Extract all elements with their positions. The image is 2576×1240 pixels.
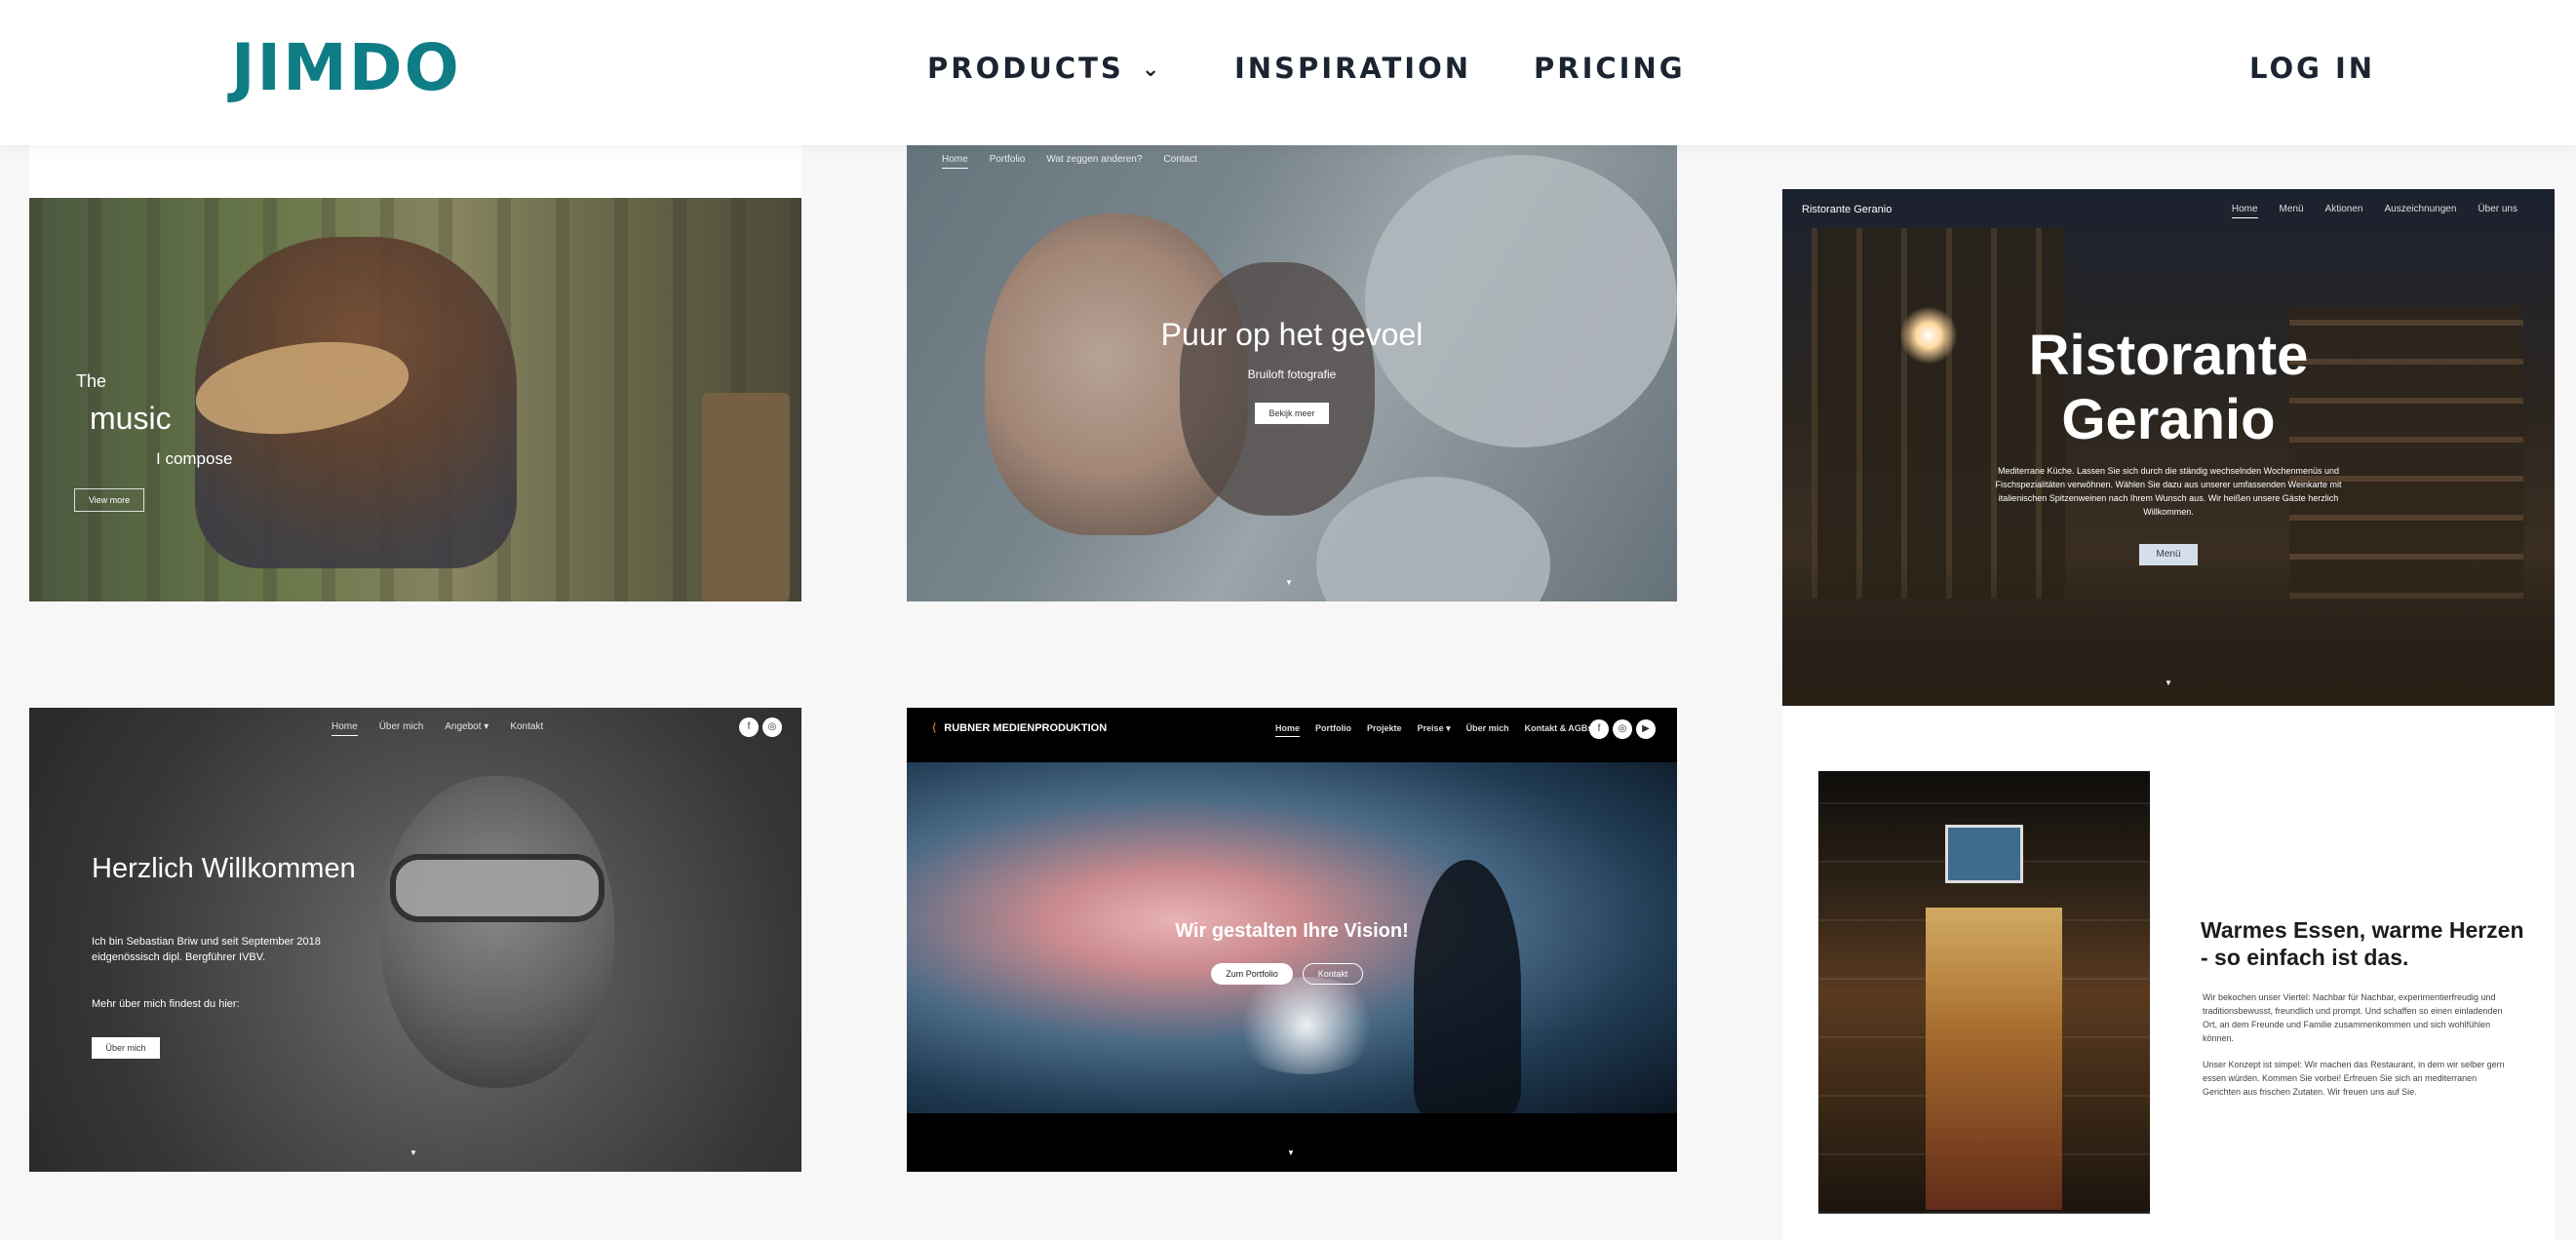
rubner-nav-item[interactable]: Preise ▾	[1418, 723, 1451, 737]
rubner-nav-item[interactable]: Projekte	[1367, 723, 1402, 737]
template-card-willkommen[interactable]: Home Über mich Angebot ▾ Kontakt f ◎ Her…	[29, 708, 801, 1172]
ristorante-nav-item[interactable]: Home	[2231, 204, 2258, 218]
willkommen-description: Ich bin Sebastian Briw und seit Septembe…	[92, 936, 321, 963]
ristorante-title-line1: Ristorante	[2028, 324, 2309, 387]
scroll-down-icon[interactable]: ▼	[2165, 678, 2172, 687]
ristorante-title-line2: Geranio	[2061, 388, 2276, 451]
jimdo-logo[interactable]: JIMDO	[231, 36, 461, 100]
ristorante-brand[interactable]: Ristorante Geranio	[1802, 204, 1892, 215]
music-line-2: music	[90, 401, 172, 436]
willkommen-title: Herzlich Willkommen	[92, 853, 356, 884]
template-card-music[interactable]: The music I compose View more	[29, 198, 801, 601]
nav-inspiration[interactable]: INSPIRATION	[1234, 51, 1471, 86]
view-more-button[interactable]: View more	[74, 488, 144, 512]
template-card-wedding[interactable]: Home Portfolio Wat zeggen anderen? Conta…	[907, 145, 1677, 601]
nav-products-label: PRODUCTS	[927, 52, 1124, 85]
willkommen-nav-item[interactable]: Kontakt	[510, 721, 543, 736]
music-card-topbar	[29, 145, 801, 198]
rubner-nav: Home Portfolio Projekte Preise ▾ Über mi…	[1275, 723, 1592, 737]
rubner-brand-label: RUBNER MEDIENPRODUKTION	[944, 722, 1108, 734]
chevron-down-icon: ⌄	[1141, 58, 1163, 82]
ristorante-nav-item[interactable]: Auszeichnungen	[2384, 204, 2456, 218]
light-glow	[1229, 977, 1385, 1074]
ristorante-nav-item[interactable]: Über uns	[2478, 204, 2517, 218]
wedding-nav-item[interactable]: Home	[942, 154, 968, 169]
kontakt-button[interactable]: Kontakt	[1303, 963, 1363, 985]
rubner-logo-icon: ⟨	[932, 722, 937, 734]
facebook-icon[interactable]: f	[739, 717, 759, 737]
music-line-1: The	[76, 371, 107, 391]
ueber-mich-button[interactable]: Über mich	[92, 1037, 160, 1059]
music-line-3: I compose	[156, 449, 233, 468]
restaurant-sign	[1945, 825, 2023, 883]
wedding-nav-item[interactable]: Portfolio	[990, 154, 1026, 169]
nav-pricing[interactable]: PRICING	[1534, 51, 1686, 86]
wedding-nav-item[interactable]: Wat zeggen anderen?	[1046, 154, 1142, 169]
ristorante-description: Mediterrane Küche. Lassen Sie sich durch…	[1995, 466, 2342, 517]
login-link[interactable]: LOG IN	[2249, 51, 2375, 86]
site-header: JIMDO PRODUCTS ⌄ INSPIRATION PRICING LOG …	[0, 0, 2576, 145]
ristorante-paragraph-2: Unser Konzept ist simpel: Wir machen das…	[2203, 1060, 2505, 1097]
rubner-nav-item[interactable]: Kontakt & AGBs	[1525, 723, 1593, 737]
ristorante-nav: Home Menü Aktionen Auszeichnungen Über u…	[2231, 204, 2517, 218]
rubner-nav-item[interactable]: Über mich	[1466, 723, 1509, 737]
menu-button[interactable]: Menü	[2139, 544, 2198, 565]
instagram-icon[interactable]: ◎	[1613, 719, 1632, 739]
rubner-brand[interactable]: ⟨ RUBNER MEDIENPRODUKTION	[932, 721, 1107, 734]
willkommen-more-text: Mehr über mich findest du hier:	[92, 998, 240, 1010]
ristorante-hero: Ristorante Geranio Home Menü Aktionen Au…	[1782, 189, 2555, 706]
nav-products[interactable]: PRODUCTS ⌄	[927, 51, 1162, 88]
lit-doorway	[1926, 908, 2062, 1210]
rubner-topbar: ⟨ RUBNER MEDIENPRODUKTION Home Portfolio …	[907, 708, 1677, 762]
rubner-title: Wir gestalten Ihre Vision!	[1175, 920, 1409, 942]
willkommen-nav-item[interactable]: Angebot ▾	[445, 721, 488, 736]
scroll-down-icon[interactable]: ▼	[1287, 1148, 1295, 1157]
youtube-icon[interactable]: ▶	[1636, 719, 1656, 739]
ristorante-nav-item[interactable]: Menü	[2280, 204, 2304, 218]
hooded-figure-image	[1414, 860, 1521, 1113]
template-card-ristorante[interactable]: Ristorante Geranio Home Menü Aktionen Au…	[1782, 189, 2555, 1240]
rubner-nav-item[interactable]: Home	[1275, 723, 1301, 737]
wedding-title: Puur op het gevoel	[1160, 317, 1424, 352]
zum-portfolio-button[interactable]: Zum Portfolio	[1211, 963, 1293, 985]
restaurant-entrance-image	[1818, 771, 2150, 1214]
ristorante-title: Ristorante Geranio	[1782, 324, 2555, 452]
wedding-nav-item[interactable]: Contact	[1163, 154, 1196, 169]
bekijk-meer-button[interactable]: Bekijk meer	[1255, 403, 1329, 424]
willkommen-nav-item[interactable]: Über mich	[379, 721, 424, 736]
facebook-icon[interactable]: f	[1589, 719, 1609, 739]
scroll-down-icon[interactable]: ▼	[410, 1148, 417, 1157]
instagram-icon[interactable]: ◎	[762, 717, 782, 737]
template-card-rubner[interactable]: ⟨ RUBNER MEDIENPRODUKTION Home Portfolio …	[907, 708, 1677, 1172]
wedding-subtitle: Bruiloft fotografie	[1247, 368, 1337, 381]
ristorante-paragraph-1: Wir bekochen unser Viertel: Nachbar für …	[2203, 992, 2503, 1043]
scroll-down-icon[interactable]: ▼	[1285, 578, 1293, 587]
willkommen-nav-item[interactable]: Home	[332, 721, 358, 736]
ristorante-heading: Warmes Essen, warme Herzen - so einfach …	[2201, 917, 2524, 970]
willkommen-nav: Home Über mich Angebot ▾ Kontakt	[332, 721, 543, 736]
overlay	[29, 198, 801, 601]
ristorante-nav-item[interactable]: Aktionen	[2325, 204, 2363, 218]
wedding-nav: Home Portfolio Wat zeggen anderen? Conta…	[942, 154, 1197, 169]
rubner-nav-item[interactable]: Portfolio	[1315, 723, 1351, 737]
